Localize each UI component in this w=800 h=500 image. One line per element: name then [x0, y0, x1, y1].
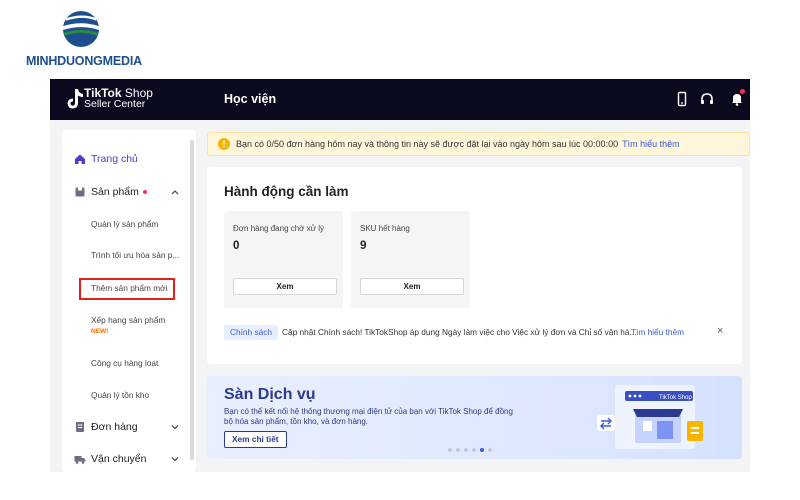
carousel-dot[interactable] [448, 448, 452, 452]
tiktok-logo-icon [67, 89, 83, 109]
view-out-of-stock-button[interactable]: Xem [360, 278, 464, 295]
action-card-title: Hành động cần làm [224, 184, 349, 199]
close-icon[interactable]: × [717, 325, 723, 337]
notice-learn-more-link[interactable]: Tìm hiểu thêm [622, 139, 680, 149]
page-title: Học viện [224, 92, 277, 106]
new-badge: NEW! [91, 328, 109, 335]
mobile-phone-icon[interactable] [674, 91, 690, 107]
sidebar-subitem-inventory[interactable]: Quản lý tồn kho [91, 390, 149, 400]
carousel-dot[interactable] [456, 448, 460, 452]
chevron-down-icon[interactable] [170, 454, 180, 464]
carousel-dot[interactable] [480, 448, 484, 452]
sidebar-item-label: Sản phẩm [91, 186, 147, 198]
banner-description: Bạn có thể kết nối hệ thống thương mại đ… [224, 407, 513, 426]
stat-label: SKU hết hàng [360, 224, 410, 233]
sidebar-subitem-manage-products[interactable]: Quản lý sản phẩm [91, 219, 158, 229]
chevron-down-icon[interactable] [170, 422, 180, 432]
sidebar-item-label: Đơn hàng [91, 421, 138, 433]
truck-icon [74, 456, 86, 464]
out-of-stock-sku-stat: SKU hết hàng 9 Xem [351, 211, 470, 308]
service-marketplace-banner: Sàn Dịch vụ Bạn có thể kết nối hệ thống … [207, 376, 742, 459]
seller-center-brand[interactable]: TikTok Shop Seller Center [84, 87, 153, 110]
highlight-box [79, 278, 175, 300]
stat-label: Đơn hàng đang chờ xử lý [233, 224, 325, 233]
chevron-up-icon[interactable] [170, 187, 180, 197]
watermark-brand-text: MINHDUONGMEDIA [26, 54, 142, 68]
globe-logo-icon [62, 10, 100, 48]
policy-update-row: Chính sách Cập nhật Chính sách! TikTokSh… [224, 325, 730, 341]
sidebar-subitem-bulk-tools[interactable]: Công cụ hàng loạt [91, 358, 158, 368]
view-details-button[interactable]: Xem chi tiết [224, 431, 287, 448]
stat-value: 0 [233, 240, 240, 252]
action-items-card: Hành động cần làm Đơn hàng đang chờ xử l… [207, 167, 742, 364]
orders-list-icon [76, 422, 84, 432]
stat-value: 9 [360, 240, 367, 252]
order-limit-notice: ! Bạn có 0/50 đơn hàng hôm nay và thông … [207, 132, 750, 156]
carousel-dot[interactable] [464, 448, 468, 452]
pending-orders-stat: Đơn hàng đang chờ xử lý 0 Xem [224, 211, 343, 308]
watermark-logo: MINHDUONGMEDIA [22, 8, 142, 70]
sidebar-item-home[interactable]: Trang chủ [62, 152, 196, 166]
sidebar: Trang chủ Sản phẩm Quản lý sản phẩm Trìn… [62, 130, 196, 472]
sidebar-item-shipping[interactable]: Vận chuyển [62, 452, 196, 466]
home-icon [75, 154, 85, 164]
product-box-icon [75, 187, 85, 197]
carousel-dot[interactable] [472, 448, 476, 452]
policy-tag: Chính sách [224, 325, 278, 340]
sidebar-subitem-product-optimizer[interactable]: Trình tối ưu hóa sản p... [91, 250, 179, 260]
sidebar-item-orders[interactable]: Đơn hàng [62, 420, 196, 434]
shop-illustration-icon: TikTok Shop [597, 385, 703, 449]
notice-text: Bạn có 0/50 đơn hàng hôm nay và thông ti… [236, 139, 619, 149]
sidebar-item-label: Trang chủ [91, 153, 138, 165]
headset-icon[interactable] [699, 91, 715, 107]
sidebar-subitem-product-rating[interactable]: Xếp hạng sản phẩm [91, 315, 165, 325]
policy-learn-more-link[interactable]: Tìm hiểu thêm [631, 327, 684, 337]
banner-art-label: TikTok Shop [659, 395, 692, 401]
carousel-dots [448, 448, 492, 452]
sidebar-item-products[interactable]: Sản phẩm [62, 185, 196, 199]
top-bar: TikTok Shop Seller Center Học viện [50, 79, 750, 120]
sidebar-item-label: Vận chuyển [91, 453, 147, 465]
view-pending-orders-button[interactable]: Xem [233, 278, 337, 295]
warning-icon: ! [218, 138, 230, 150]
red-dot-indicator [142, 190, 147, 195]
notification-dot [740, 89, 745, 94]
carousel-dot[interactable] [488, 448, 492, 452]
policy-text: Cập nhật Chính sách! TikTokShop áp dụng … [282, 327, 637, 337]
banner-title: Sàn Dịch vụ [224, 386, 316, 403]
